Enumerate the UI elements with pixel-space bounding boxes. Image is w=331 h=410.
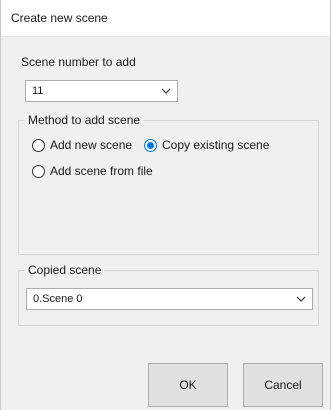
radio-copy-existing-scene[interactable]: Copy existing scene [144,138,269,152]
create-scene-dialog: Create new scene Scene number to add 11 … [0,0,331,410]
method-legend: Method to add scene [25,113,144,127]
radio-add-new-scene[interactable]: Add new scene [32,138,132,152]
scene-number-label: Scene number to add [21,55,136,69]
cancel-button[interactable]: Cancel [243,363,323,407]
chevron-down-icon [161,88,171,94]
chevron-down-icon [296,296,306,302]
radio-label-add-new: Add new scene [50,138,133,152]
copied-scene-dropdown[interactable]: 0.Scene 0 [26,288,313,310]
radio-label-copy-existing: Copy existing scene [162,138,270,152]
copied-scene-value: 0.Scene 0 [33,293,83,305]
ok-button[interactable]: OK [148,363,228,407]
method-group: Method to add scene Add new scene Copy e… [18,113,319,255]
radio-button-add-new[interactable] [32,138,45,152]
copied-scene-group: Copied scene 0.Scene 0 [18,263,319,326]
radio-button-copy-existing[interactable] [144,138,157,152]
scene-number-value: 11 [32,85,44,97]
radio-label-from-file: Add scene from file [50,164,153,178]
copied-scene-legend: Copied scene [25,263,105,277]
radio-add-scene-from-file[interactable]: Add scene from file [32,164,153,178]
window-title: Create new scene [11,11,108,25]
scene-number-dropdown[interactable]: 11 [25,80,178,102]
radio-button-from-file[interactable] [32,164,45,178]
title-bar: Create new scene [1,0,330,37]
